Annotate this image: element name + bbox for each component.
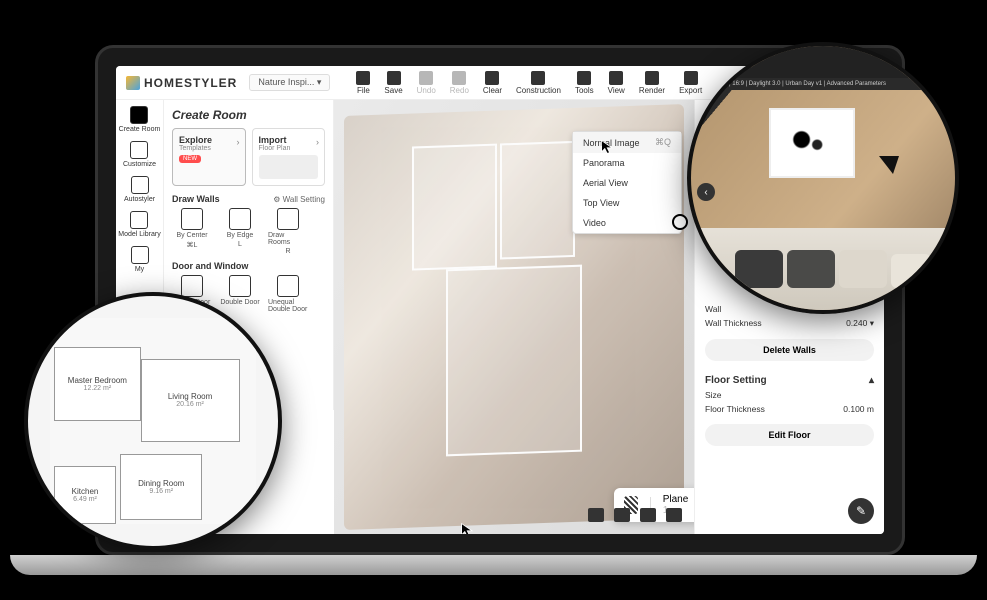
wall-art-frame	[769, 108, 855, 178]
floorplan-zoom-circle: Master Bedroom12.22 m² Living Room20.16 …	[24, 292, 282, 550]
pillow	[839, 250, 887, 288]
camera-angle-icon[interactable]	[588, 508, 604, 522]
single-door-icon	[181, 275, 203, 297]
render-info-bar: 2K/Normal | 16:9 | Daylight 3.0 | Urban …	[691, 78, 955, 90]
room-dining-room[interactable]: Dining Room9.16 m²	[120, 454, 202, 520]
callout-marker	[672, 214, 688, 230]
user-icon	[131, 246, 149, 264]
toolbar-save[interactable]: Save	[384, 71, 402, 95]
sidebar-item-my[interactable]: My	[131, 246, 149, 273]
chevron-right-icon: ›	[237, 137, 240, 147]
pillow	[891, 254, 931, 288]
project-dropdown[interactable]: Nature Inspi... ▾	[249, 74, 330, 91]
toolbar-render[interactable]: Render	[639, 71, 665, 95]
unequal-door-icon	[277, 275, 299, 297]
help-fab-icon[interactable]: ✎	[848, 498, 874, 524]
wall-thickness-value[interactable]: 0.240	[846, 318, 867, 328]
wall-by-center-tool[interactable]: By Center⌘L	[172, 208, 212, 255]
render-top-view[interactable]: Top View	[573, 193, 681, 213]
tools-icon	[577, 71, 591, 85]
sofa	[691, 228, 955, 310]
import-floorplan-card[interactable]: Import Floor Plan ›	[252, 128, 326, 186]
prev-render-icon[interactable]: ‹	[697, 183, 715, 201]
sidebar-item-customize[interactable]: Customize	[123, 141, 156, 168]
edit-floor-button[interactable]: Edit Floor	[705, 424, 874, 446]
magic-icon	[131, 176, 149, 194]
render-aerial-view[interactable]: Aerial View	[573, 173, 681, 193]
construction-icon	[531, 71, 545, 85]
toolbar-tools[interactable]: Tools	[575, 71, 594, 95]
floorplan-thumb-icon	[259, 155, 319, 179]
floor-thickness-label: Floor Thickness	[705, 404, 765, 414]
laptop-base	[10, 555, 977, 575]
render-preview-header: ‹ Back	[691, 46, 955, 78]
save-icon	[387, 71, 401, 85]
render-dropdown-menu: Normal Image⌘Q Panorama Aerial View Top …	[572, 131, 682, 234]
wall-lamp-icon	[879, 156, 899, 174]
door-window-heading: Door and Window	[172, 261, 325, 271]
wall-by-edge-tool[interactable]: By EdgeL	[220, 208, 260, 255]
file-icon	[356, 71, 370, 85]
sidebar-item-create-room[interactable]: Create Room	[119, 106, 161, 133]
draw-walls-heading: Draw Walls	[172, 194, 220, 204]
toolbar-items: File Save Undo Redo Clear Construction T…	[356, 71, 702, 95]
chevron-right-icon: ›	[316, 137, 319, 147]
unequal-double-door-tool[interactable]: Unequal Double Door	[268, 275, 308, 313]
undo-icon	[419, 71, 433, 85]
room-living-room[interactable]: Living Room20.16 m²	[141, 359, 240, 441]
wall-thickness-label: Wall Thickness	[705, 318, 762, 329]
render-video[interactable]: Video	[573, 213, 681, 233]
settings-icon[interactable]	[640, 508, 656, 522]
toolbar-file[interactable]: File	[356, 71, 370, 95]
toolbar-construction[interactable]: Construction	[516, 71, 561, 95]
ink-artwork	[786, 126, 838, 160]
draw-rooms-tool[interactable]: Draw RoomsR	[268, 208, 308, 255]
wall-center-icon	[181, 208, 203, 230]
plus-icon	[130, 106, 148, 124]
clear-icon	[485, 71, 499, 85]
back-button[interactable]: Back	[708, 55, 744, 70]
floor-thickness-value[interactable]: 0.100	[843, 404, 864, 414]
new-badge: NEW	[179, 155, 201, 163]
double-door-tool[interactable]: Double Door	[220, 275, 260, 313]
redo-icon	[452, 71, 466, 85]
panel-title: Create Room	[172, 108, 325, 122]
more-icon[interactable]	[666, 508, 682, 522]
canvas-action-icons	[588, 508, 682, 522]
room-master-bedroom[interactable]: Master Bedroom12.22 m²	[54, 347, 141, 421]
room-kitchen[interactable]: Kitchen6.49 m²	[54, 466, 116, 524]
view-icon	[609, 71, 623, 85]
render-normal-image[interactable]: Normal Image⌘Q	[573, 132, 681, 153]
sidebar-item-autostyler[interactable]: Autostyler	[124, 176, 155, 203]
draw-rooms-icon	[277, 208, 299, 230]
sidebar-item-model-library[interactable]: Model Library	[118, 211, 160, 238]
app-name: HOMESTYLER	[144, 76, 237, 90]
wall-setting-link[interactable]: ⚙ Wall Setting	[273, 195, 325, 204]
delete-walls-button[interactable]: Delete Walls	[705, 339, 874, 361]
collapse-icon[interactable]: ▴	[869, 375, 874, 386]
pillow	[735, 250, 783, 288]
app-logo[interactable]: HOMESTYLER	[126, 76, 237, 90]
render-panorama[interactable]: Panorama	[573, 153, 681, 173]
logo-icon	[126, 76, 140, 90]
cursor-icon	[460, 522, 476, 534]
camera-icon	[645, 71, 659, 85]
toolbar-view[interactable]: View	[608, 71, 625, 95]
size-label: Size	[705, 390, 722, 400]
camera-angle-2-icon[interactable]	[614, 508, 630, 522]
pillow	[787, 250, 835, 288]
back-chevron-icon[interactable]: ‹	[699, 57, 702, 68]
customize-icon	[130, 141, 148, 159]
explore-templates-card[interactable]: Explore Templates NEW ›	[172, 128, 246, 186]
toolbar-undo[interactable]: Undo	[417, 71, 436, 95]
wall-edge-icon	[229, 208, 251, 230]
floorplan-2d: Master Bedroom12.22 m² Living Room20.16 …	[50, 318, 256, 524]
double-door-icon	[229, 275, 251, 297]
floor-setting-heading: Floor Setting	[705, 375, 767, 386]
cursor-icon	[600, 139, 616, 155]
render-preview-circle: ‹ Back 2K/Normal | 16:9 | Daylight 3.0 |…	[687, 42, 959, 314]
library-icon	[130, 211, 148, 229]
toolbar-clear[interactable]: Clear	[483, 71, 502, 95]
toolbar-redo[interactable]: Redo	[450, 71, 469, 95]
